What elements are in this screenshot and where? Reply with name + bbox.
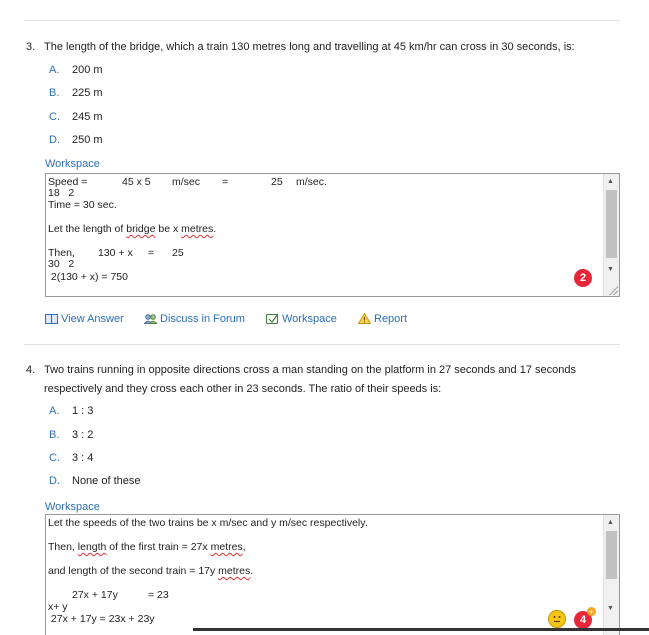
option-letter: B. bbox=[49, 429, 60, 441]
ws-line: = 23 bbox=[148, 589, 169, 601]
workspace-label: Workspace bbox=[45, 158, 100, 170]
discuss-forum-link[interactable]: Discuss in Forum bbox=[143, 312, 245, 328]
ws-line: Time = 30 sec. bbox=[48, 199, 117, 211]
scroll-down-arrow-icon[interactable]: ▼ bbox=[607, 605, 614, 613]
divider-top bbox=[24, 20, 620, 21]
warning-icon bbox=[357, 312, 372, 328]
ws-line: 30 2 bbox=[48, 258, 75, 270]
option-letter: C. bbox=[49, 452, 60, 464]
workspace-label: Workspace bbox=[45, 501, 100, 513]
ws-line: m/sec bbox=[172, 176, 201, 188]
option-b[interactable]: B. 3 : 2 bbox=[49, 428, 93, 442]
option-text: 3 : 2 bbox=[72, 429, 94, 441]
ws-line: 45 x 5 bbox=[122, 176, 151, 188]
option-text: 250 m bbox=[72, 134, 103, 146]
emoji-face-icon[interactable] bbox=[548, 610, 566, 628]
question-body-line2: respectively and they cross each other i… bbox=[44, 383, 442, 395]
option-d[interactable]: D. None of these bbox=[49, 474, 141, 488]
question-number: 4. bbox=[26, 364, 36, 376]
ws-line: 25 bbox=[172, 247, 184, 259]
ws-line: x+ y bbox=[48, 601, 68, 613]
ws-line: 27x + 17y bbox=[72, 589, 118, 601]
scroll-thumb[interactable] bbox=[606, 190, 617, 258]
ws-line: 2(130 + x) = 750 bbox=[48, 271, 128, 283]
option-text: 225 m bbox=[72, 87, 103, 99]
option-d[interactable]: D. 250 m bbox=[49, 133, 103, 147]
workspace-scrollbar[interactable]: ▲ ▼ bbox=[603, 174, 619, 296]
report-link[interactable]: Report bbox=[357, 312, 407, 328]
option-letter: B. bbox=[49, 87, 60, 99]
ws-line: Then, length of the first train = 27x me… bbox=[48, 541, 246, 553]
scroll-up-arrow-icon[interactable]: ▲ bbox=[607, 178, 614, 186]
resize-grip-icon[interactable] bbox=[608, 285, 618, 295]
question-body-line1: Two trains running in opposite direction… bbox=[44, 364, 576, 376]
option-text: None of these bbox=[72, 475, 141, 487]
ws-line: Let the length of bridge be x metres. bbox=[48, 223, 217, 235]
book-icon bbox=[45, 314, 58, 328]
option-letter: D. bbox=[49, 134, 60, 146]
option-b[interactable]: B. 225 m bbox=[49, 86, 103, 100]
ws-line: Let the speeds of the two trains be x m/… bbox=[48, 517, 368, 529]
question-number: 3. bbox=[26, 41, 36, 53]
workspace-scrollbar[interactable]: ▲ ▼ bbox=[603, 515, 619, 635]
workspace-link[interactable]: Workspace bbox=[266, 312, 337, 328]
option-a[interactable]: A. 1 : 3 bbox=[49, 404, 93, 418]
ws-line: m/sec. bbox=[296, 176, 327, 188]
option-a[interactable]: A. 200 m bbox=[49, 63, 103, 77]
question-4-text: 4. Two trains running in opposite directi… bbox=[26, 361, 616, 399]
workspace-textarea[interactable]: Let the speeds of the two trains be x m/… bbox=[45, 514, 620, 635]
users-icon bbox=[143, 314, 158, 328]
view-answer-link[interactable]: View Answer bbox=[45, 312, 124, 328]
option-text: 1 : 3 bbox=[72, 405, 94, 417]
ws-line: 18 2 bbox=[48, 187, 75, 199]
option-text: 245 m bbox=[72, 111, 103, 123]
ws-line: and length of the second train = 17y met… bbox=[48, 565, 254, 577]
option-letter: A. bbox=[49, 405, 60, 417]
option-c[interactable]: C. 245 m bbox=[49, 110, 103, 124]
option-text: 3 : 4 bbox=[72, 452, 94, 464]
question-3-text: 3. The length of the bridge, which a trai… bbox=[26, 38, 616, 57]
option-text: 200 m bbox=[72, 64, 103, 76]
plus-icon: + bbox=[587, 607, 596, 616]
notification-badge: 2 bbox=[574, 269, 592, 287]
option-letter: C. bbox=[49, 111, 60, 123]
scroll-thumb[interactable] bbox=[606, 531, 617, 579]
ws-line: 25 bbox=[271, 176, 283, 188]
ws-line: = bbox=[222, 176, 229, 188]
scroll-down-arrow-icon[interactable]: ▼ bbox=[607, 266, 614, 274]
workspace-textarea[interactable]: Speed = 45 x 5 m/sec = 25 m/sec. 18 2 Ti… bbox=[45, 173, 620, 297]
scroll-up-arrow-icon[interactable]: ▲ bbox=[607, 519, 614, 527]
note-icon bbox=[266, 313, 279, 328]
ws-line: = bbox=[148, 247, 155, 259]
question-body: The length of the bridge, which a train … bbox=[44, 41, 575, 53]
divider-middle bbox=[24, 344, 620, 345]
option-letter: A. bbox=[49, 64, 60, 76]
option-letter: D. bbox=[49, 475, 60, 487]
ws-line: 130 + x bbox=[98, 247, 133, 259]
ws-line: 27x + 17y = 23x + 23y bbox=[48, 613, 155, 625]
option-c[interactable]: C. 3 : 4 bbox=[49, 451, 93, 465]
